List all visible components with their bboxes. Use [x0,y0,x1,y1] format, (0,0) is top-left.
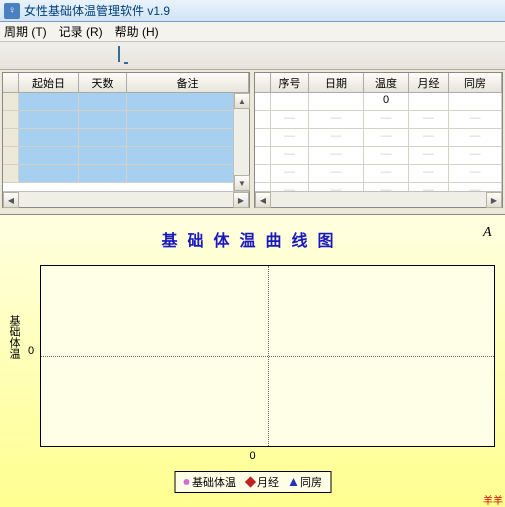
scroll-down-button[interactable]: ▼ [234,175,250,191]
planet-icon[interactable] [216,47,234,65]
table-row[interactable]: 0 [255,93,502,111]
th-start-date[interactable]: 起始日 [19,73,79,92]
legend-item-menses: 月经 [246,474,279,490]
left-table-body[interactable] [3,93,249,191]
scroll-left-button[interactable]: ◀ [255,192,271,208]
legend-item-intercourse: 同房 [289,474,322,490]
cell-temperature[interactable]: 0 [364,93,409,110]
right-table-header: 序号 日期 温度 月经 同房 [255,73,502,93]
th-blank[interactable] [3,73,19,92]
legend-label: 月经 [257,474,279,490]
toolbar [0,42,505,70]
x-tick-zero: 0 [249,450,255,462]
menubar: 周期 (T) 记录 (R) 帮助 (H) [0,22,505,42]
left-table: 起始日 天数 备注 ▲ ▼ ◀ ▶ [2,72,250,208]
right-table-body[interactable]: 0 ————— ————— ————— ————— ————— [255,93,502,191]
diamond-icon [244,476,255,487]
scroll-left-button[interactable]: ◀ [3,192,19,208]
scroll-up-button[interactable]: ▲ [234,93,250,109]
th-temperature[interactable]: 温度 [364,73,409,92]
table-row[interactable] [3,165,249,183]
scroll-right-button[interactable]: ▶ [233,192,249,208]
th-days[interactable]: 天数 [79,73,127,92]
y-tick-zero: 0 [28,345,34,357]
tables-row: 起始日 天数 备注 ▲ ▼ ◀ ▶ 序号 日期 温度 月经 [0,70,505,210]
print-icon[interactable]: A [483,225,497,239]
left-table-header: 起始日 天数 备注 [3,73,249,93]
menu-record[interactable]: 记录 (R) [59,23,103,40]
left-scrollbar-h[interactable]: ◀ ▶ [3,191,249,207]
th-intercourse[interactable]: 同房 [449,73,502,92]
chart-legend: 基础体温 月经 同房 [174,471,331,493]
table-row[interactable] [3,129,249,147]
app-icon: ♀ [4,3,20,19]
table-row[interactable] [3,111,249,129]
th-date[interactable]: 日期 [309,73,364,92]
chart-plot [40,265,495,447]
menu-help[interactable]: 帮助 (H) [115,23,159,40]
triangle-icon [289,478,297,486]
legend-item-bbt: 基础体温 [183,474,236,490]
scroll-track[interactable] [19,192,233,207]
chart-area: 基础体温曲线图 A 基础体温 0 0 基础体温 月经 同房 羊羊 [0,214,505,507]
th-blank[interactable] [255,73,271,92]
left-scrollbar-v[interactable]: ▲ ▼ [233,93,249,191]
dot-icon [183,479,189,485]
axis-h-zero [41,356,494,357]
th-seq[interactable]: 序号 [271,73,309,92]
table-row[interactable] [3,147,249,165]
table-row[interactable]: ————— [255,147,502,165]
table-row[interactable]: ————— [255,129,502,147]
table-row[interactable] [3,93,249,111]
table-row[interactable]: ————— [255,111,502,129]
chart-title: 基础体温曲线图 [0,227,505,251]
scroll-right-button[interactable]: ▶ [486,192,502,208]
scroll-track[interactable] [234,109,249,175]
right-scrollbar-h[interactable]: ◀ ▶ [255,191,502,207]
moon-icon[interactable] [20,47,38,65]
right-table: 序号 日期 温度 月经 同房 0 ————— ————— ————— —————… [254,72,503,208]
table-row[interactable]: ————— [255,165,502,183]
th-remark[interactable]: 备注 [127,73,249,92]
scroll-track[interactable] [271,192,486,207]
legend-label: 同房 [300,474,322,490]
window-title: 女性基础体温管理软件 v1.9 [24,2,170,19]
titlebar: ♀ 女性基础体温管理软件 v1.9 [0,0,505,22]
table-row[interactable]: ————— [255,183,502,191]
menu-period[interactable]: 周期 (T) [4,23,47,40]
footer-link[interactable]: 羊羊 [483,492,503,507]
th-menses[interactable]: 月经 [409,73,449,92]
y-axis-label: 基础体温 [6,315,22,359]
monitor-icon[interactable] [118,47,136,65]
legend-label: 基础体温 [192,474,236,490]
